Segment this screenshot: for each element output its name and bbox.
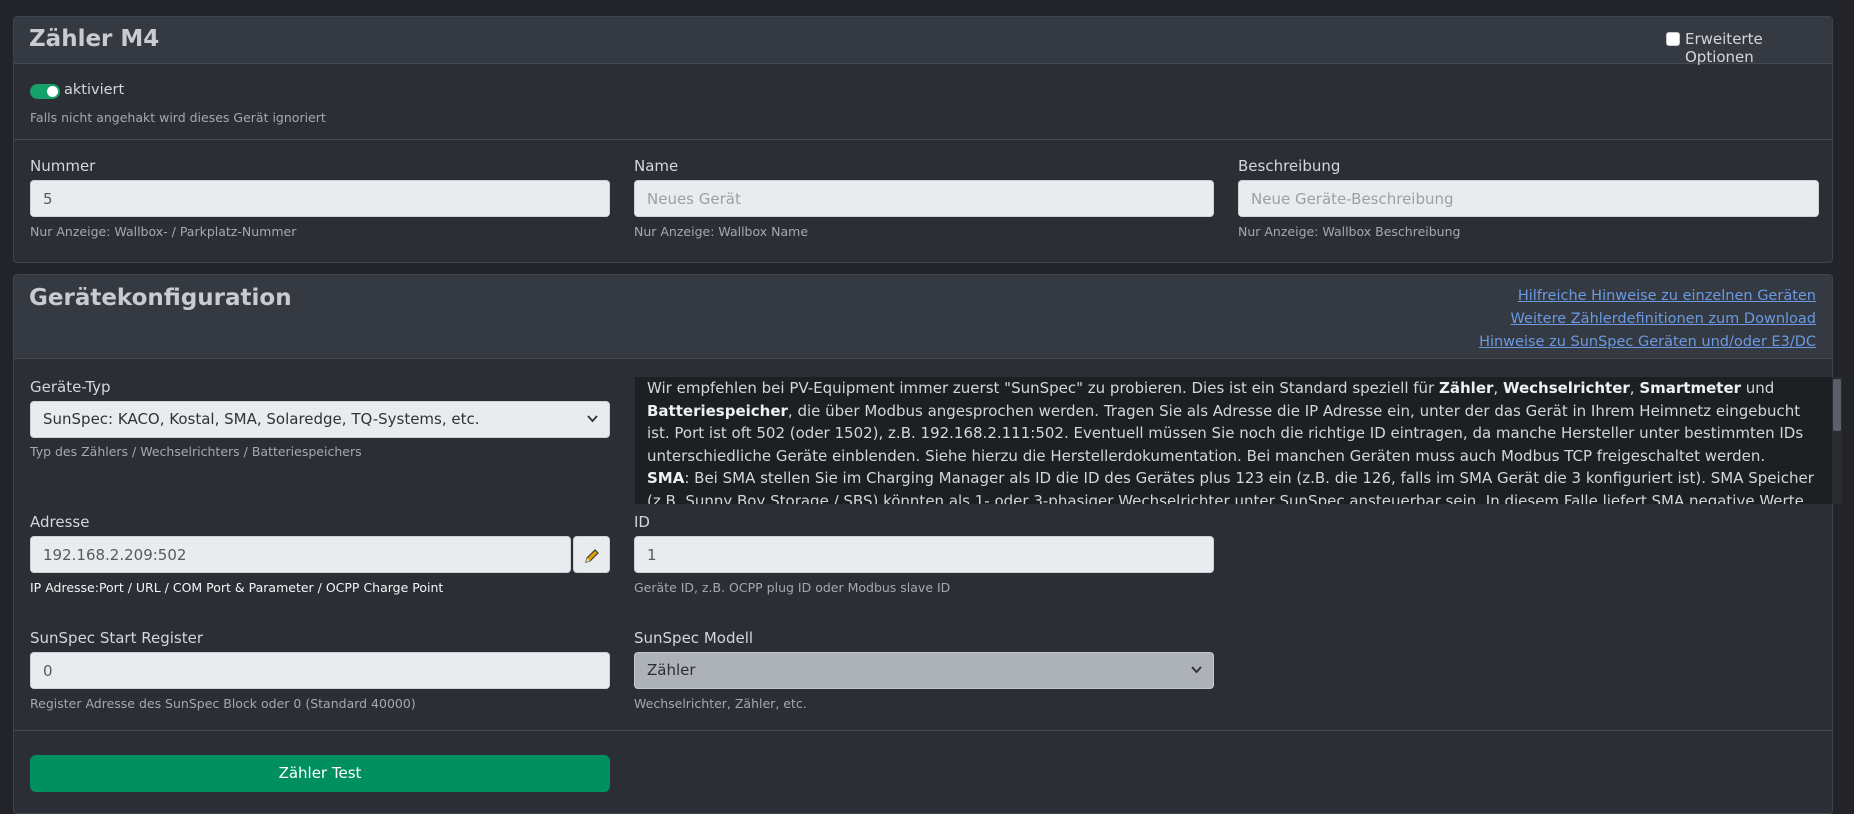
chevron-down-icon (1190, 653, 1203, 702)
geraetetyp-value: SunSpec: KACO, Kostal, SMA, Solaredge, T… (43, 410, 480, 428)
name-label: Name (634, 157, 679, 175)
beschreibung-label: Beschreibung (1238, 157, 1341, 175)
sunspec-info-text: Wir empfehlen bei PV-Equipment immer zue… (635, 377, 1842, 504)
info-separator: , (1493, 379, 1503, 397)
device-title: Zähler M4 (29, 26, 160, 52)
info-bold-sma: SMA (647, 469, 685, 487)
info-bold-zaehler: Zähler (1439, 379, 1494, 397)
start-register-input[interactable] (30, 652, 610, 689)
id-label: ID (634, 513, 650, 531)
enabled-hint: Falls nicht angehakt wird dieses Gerät i… (30, 110, 326, 125)
adresse-input[interactable] (30, 536, 571, 573)
adresse-label: Adresse (30, 513, 90, 531)
nummer-hint: Nur Anzeige: Wallbox- / Parkplatz-Nummer (30, 224, 297, 239)
meter-test-button[interactable]: Zähler Test (30, 755, 610, 792)
info-bold-batteriespeicher: Batteriespeicher (647, 401, 788, 420)
toggle-knob (47, 86, 58, 97)
advanced-options-label[interactable]: Erweiterte Optionen (1685, 30, 1832, 66)
link-meter-definitions[interactable]: Weitere Zählerdefinitionen zum Download (1511, 311, 1816, 327)
link-device-hints[interactable]: Hilfreiche Hinweise zu einzelnen Geräten (1518, 288, 1816, 304)
modell-select[interactable]: Zähler (634, 652, 1214, 689)
info-text: Wir empfehlen bei PV-Equipment immer zue… (647, 379, 1439, 397)
pencil-icon (583, 542, 601, 566)
info-scrollbar-thumb[interactable] (1833, 379, 1841, 431)
advanced-options-checkbox[interactable] (1666, 32, 1680, 46)
geraetetyp-select[interactable]: SunSpec: KACO, Kostal, SMA, Solaredge, T… (30, 401, 610, 438)
info-text-sma: : Bei SMA stellen Sie im Charging Manage… (647, 469, 1814, 504)
id-input[interactable] (634, 536, 1214, 573)
adresse-hint: IP Adresse:Port / URL / COM Port & Param… (30, 580, 444, 595)
chevron-down-icon (586, 402, 599, 451)
link-sunspec-hints[interactable]: Hinweise zu SunSpec Geräten und/oder E3/… (1479, 334, 1816, 350)
start-register-label: SunSpec Start Register (30, 629, 203, 647)
nummer-label: Nummer (30, 157, 96, 175)
enabled-label: aktiviert (64, 82, 125, 98)
info-text: , die über Modbus angesprochen werden. T… (647, 401, 1804, 465)
edit-address-button[interactable] (573, 536, 610, 573)
device-card: Zähler M4 Erweiterte Optionen aktiviert … (13, 16, 1833, 263)
id-hint: Geräte ID, z.B. OCPP plug ID oder Modbus… (634, 580, 951, 595)
name-hint: Nur Anzeige: Wallbox Name (634, 224, 809, 239)
device-config-header: Gerätekonfiguration Hilfreiche Hinweise … (14, 275, 1832, 359)
device-config-card: Gerätekonfiguration Hilfreiche Hinweise … (13, 274, 1842, 814)
beschreibung-hint: Nur Anzeige: Wallbox Beschreibung (1238, 224, 1461, 239)
info-bold-smartmeter: Smartmeter (1639, 379, 1742, 397)
info-scrollbar[interactable] (1832, 377, 1842, 504)
divider (14, 139, 1832, 140)
info-separator: , (1629, 379, 1640, 397)
device-card-header: Zähler M4 Erweiterte Optionen (14, 17, 1832, 66)
geraetetyp-label: Geräte-Typ (30, 378, 111, 396)
info-text: und (1741, 379, 1775, 397)
divider (14, 730, 1832, 731)
modell-label: SunSpec Modell (634, 629, 754, 647)
modell-hint: Wechselrichter, Zähler, etc. (634, 696, 807, 711)
geraetetyp-hint: Typ des Zählers / Wechselrichters / Batt… (30, 444, 362, 459)
nummer-input[interactable] (30, 180, 610, 217)
beschreibung-input[interactable] (1238, 180, 1819, 217)
start-register-hint: Register Adresse des SunSpec Block oder … (30, 696, 416, 711)
name-input[interactable] (634, 180, 1214, 217)
device-config-title: Gerätekonfiguration (29, 285, 292, 311)
info-bold-wechselrichter: Wechselrichter (1502, 379, 1630, 397)
enabled-toggle[interactable] (30, 84, 60, 99)
modell-value: Zähler (647, 661, 696, 679)
